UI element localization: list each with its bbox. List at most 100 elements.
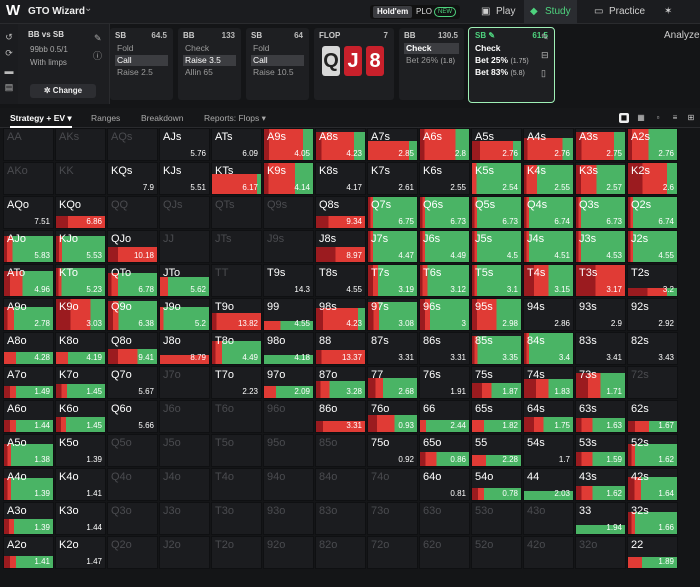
hand-cell[interactable]: 96s 3	[419, 298, 470, 331]
hand-cell[interactable]: 32s 1.66	[627, 502, 678, 535]
hand-cell[interactable]: 65o 0.86	[419, 434, 470, 467]
current-option-bet-big[interactable]: Bet 83% (5.8)	[475, 67, 525, 77]
hand-cell[interactable]: QTo 6.78	[107, 264, 158, 297]
hand-cell[interactable]: 73s 1.71	[575, 366, 626, 399]
save-icon[interactable]: ▤	[4, 82, 14, 92]
hand-cell[interactable]: A5s 2.76	[471, 128, 522, 161]
hand-cell[interactable]: KTs 6.17	[211, 162, 262, 195]
hand-cell[interactable]: 52o	[471, 536, 522, 569]
hand-cell[interactable]: 74s 1.83	[523, 366, 574, 399]
hand-cell[interactable]: T5s 3.1	[471, 264, 522, 297]
hand-cell[interactable]: 74o	[367, 468, 418, 501]
hand-cell[interactable]: AQo 7.51	[3, 196, 54, 229]
hand-cell[interactable]: 64o 0.81	[419, 468, 470, 501]
hand-cell[interactable]: J7o	[159, 366, 210, 399]
hand-cell[interactable]: J5o	[159, 434, 210, 467]
nav-analyze[interactable]: ✶ Analyze	[664, 0, 700, 41]
pencil-icon[interactable]: ✎	[541, 32, 549, 43]
hand-cell[interactable]: T7o 2.23	[211, 366, 262, 399]
nav-practice[interactable]: ▭ Practice	[594, 0, 645, 24]
hand-cell[interactable]: 64s 1.75	[523, 400, 574, 433]
hand-cell[interactable]: QJs	[159, 196, 210, 229]
hand-cell[interactable]: A7o 1.49	[3, 366, 54, 399]
action-option-selected[interactable]: Check	[404, 43, 459, 54]
hand-cell[interactable]: J4s 4.51	[523, 230, 574, 263]
hand-cell[interactable]: Q5o	[107, 434, 158, 467]
flop-column[interactable]: FLOP 7 Q J 8	[314, 28, 394, 100]
hand-cell[interactable]: ATs 6.09	[211, 128, 262, 161]
hand-cell[interactable]: T8o 4.49	[211, 332, 262, 365]
current-option-check[interactable]: Check	[475, 43, 501, 53]
hand-cell[interactable]: T3o	[211, 502, 262, 535]
hand-cell[interactable]: Q8o 9.41	[107, 332, 158, 365]
hand-cell[interactable]: T9s 14.3	[263, 264, 314, 297]
chevron-down-icon[interactable]: ⌄	[84, 3, 92, 14]
hand-cell[interactable]: J5s 4.5	[471, 230, 522, 263]
tab-reports-flops[interactable]: Reports: Flops ▾	[204, 108, 266, 128]
hand-cell[interactable]: 94o	[263, 468, 314, 501]
hand-cell[interactable]: 83s 3.41	[575, 332, 626, 365]
action-option-selected[interactable]: Call	[115, 55, 168, 66]
hand-cell[interactable]: Q4o	[107, 468, 158, 501]
grid-view-icon[interactable]: ◼	[619, 113, 629, 123]
hand-cell[interactable]: K6o 1.45	[55, 400, 106, 433]
hand-cell[interactable]: J3s 4.53	[575, 230, 626, 263]
hand-cell[interactable]: K4s 2.55	[523, 162, 574, 195]
hand-cell[interactable]: K9s 4.14	[263, 162, 314, 195]
hand-cell[interactable]: 96o	[263, 400, 314, 433]
hand-cell[interactable]: Q4s 6.74	[523, 196, 574, 229]
hand-cell[interactable]: T6o	[211, 400, 262, 433]
hand-cell[interactable]: T7s 3.19	[367, 264, 418, 297]
action-option[interactable]: Fold	[115, 43, 134, 54]
hand-cell[interactable]: 76o 0.93	[367, 400, 418, 433]
hand-cell[interactable]: 83o	[315, 502, 366, 535]
table-icon[interactable]: ▬	[4, 66, 14, 76]
hand-cell[interactable]: T4o	[211, 468, 262, 501]
hand-cell[interactable]: 22 1.89	[627, 536, 678, 569]
hand-cell[interactable]: 62o	[419, 536, 470, 569]
hand-cell[interactable]: AQs	[107, 128, 158, 161]
hand-cell[interactable]: A5o 1.38	[3, 434, 54, 467]
hand-cell[interactable]: Q8s 9.34	[315, 196, 366, 229]
hand-cell[interactable]: A9s 4.05	[263, 128, 314, 161]
hand-cell[interactable]: K8s 4.17	[315, 162, 366, 195]
hand-cell[interactable]: 87s 3.31	[367, 332, 418, 365]
hand-cell[interactable]: 82s 3.43	[627, 332, 678, 365]
hand-cell[interactable]: 84s 3.4	[523, 332, 574, 365]
tab-strategy-ev[interactable]: Strategy + EV ▾	[10, 108, 72, 128]
hand-cell[interactable]: 97s 3.08	[367, 298, 418, 331]
refresh-icon[interactable]: ⟳	[4, 48, 14, 58]
hand-cell[interactable]: A2o 1.41	[3, 536, 54, 569]
hand-cell[interactable]: 75s 1.87	[471, 366, 522, 399]
hand-cell[interactable]: K2s 2.6	[627, 162, 678, 195]
hand-cell[interactable]: T6s 3.12	[419, 264, 470, 297]
hand-cell[interactable]: 72o	[367, 536, 418, 569]
hand-cell[interactable]: J8o 8.79	[159, 332, 210, 365]
action-option-selected[interactable]: Call	[251, 55, 304, 66]
hand-cell[interactable]: 86s 3.31	[419, 332, 470, 365]
hand-cell[interactable]: A6s 2.8	[419, 128, 470, 161]
hand-cell[interactable]: 92o	[263, 536, 314, 569]
hand-cell[interactable]: A3o 1.39	[3, 502, 54, 535]
hand-cell[interactable]: 95s 2.98	[471, 298, 522, 331]
nav-study[interactable]: ◆ Study	[524, 0, 577, 24]
hand-cell[interactable]: AJo 5.83	[3, 230, 54, 263]
compact-view-icon[interactable]: ▫	[653, 113, 663, 123]
action-column-sb-2[interactable]: SB 64 Fold Call Raise 10.5	[246, 28, 309, 100]
hand-cell[interactable]: 55 2.28	[471, 434, 522, 467]
hand-cell[interactable]: T9o 13.82	[211, 298, 262, 331]
action-option[interactable]: Allin 65	[183, 67, 213, 78]
hand-cell[interactable]: Q6s 6.73	[419, 196, 470, 229]
hand-cell[interactable]: 43s 1.62	[575, 468, 626, 501]
hand-cell[interactable]: Q3o	[107, 502, 158, 535]
hand-cell[interactable]: 63o	[419, 502, 470, 535]
hand-cell[interactable]: A4s 2.76	[523, 128, 574, 161]
action-column-bb[interactable]: BB 133 Check Raise 3.5 Allin 65	[178, 28, 241, 100]
hand-cell[interactable]: QQ	[107, 196, 158, 229]
hand-cell[interactable]: K7s 2.61	[367, 162, 418, 195]
hand-cell[interactable]: 66 2.44	[419, 400, 470, 433]
hand-cell[interactable]: T5o	[211, 434, 262, 467]
book-icon[interactable]: ▯	[541, 68, 546, 79]
lock-icon[interactable]: ⊟	[541, 50, 549, 61]
hand-cell[interactable]: A4o 1.39	[3, 468, 54, 501]
